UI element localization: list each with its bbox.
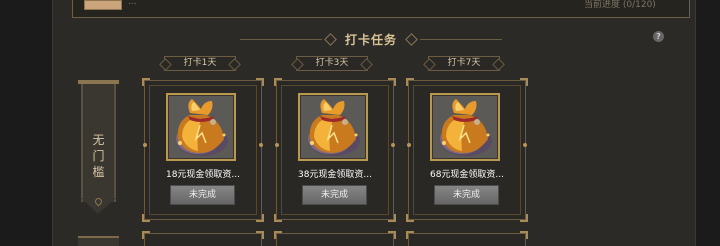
reward-title: 18元现金领取资... [165,170,241,180]
money-bag-icon [176,99,228,156]
day-tag: 打卡7天 [428,56,500,71]
progress-text: 当前进度 (0/120) [584,0,656,10]
card-corner [142,214,150,222]
card-ornament [523,143,527,147]
banner-rod [78,80,119,84]
status-button[interactable]: 未完成 [302,185,367,205]
banner-label: 无门槛 [83,132,114,180]
side-banner: 无门槛 [78,80,119,216]
reward-card: 18元现金领取资... 未完成 [142,78,264,222]
reward-title: 38元现金领取资... [297,170,373,180]
section-title: 打卡任务 [240,30,502,48]
card-ornament [259,143,263,147]
card-corner [406,214,414,222]
reward-card: 68元现金领取资... 未完成 [406,78,528,222]
card-corner [388,214,396,222]
card-corner [274,78,282,86]
money-bag-icon [308,99,360,156]
day-tag: 打卡1天 [164,56,236,71]
right-background [696,0,720,246]
card-ornament [275,143,279,147]
next-card-top [406,231,528,246]
previous-task-thumbnail [84,0,122,10]
banner-text: 无门槛 [83,132,114,180]
card-ornament [407,143,411,147]
card-corner [520,214,528,222]
card-corner [256,78,264,86]
card-corner [406,78,414,86]
next-card-top [142,231,264,246]
card-ornament [143,143,147,147]
reward-title: 68元现金领取资... [429,170,505,180]
card-corner [388,78,396,86]
next-card-top [274,231,396,246]
money-bag-icon [440,99,492,156]
card-ornament [391,143,395,147]
reward-icon-frame [166,93,236,161]
reward-card: 38元现金领取资... 未完成 [274,78,396,222]
left-background [0,0,52,246]
status-button[interactable]: 未完成 [434,185,499,205]
next-banner-top [78,236,119,246]
previous-task-label: ... [128,0,137,7]
card-corner [142,78,150,86]
help-icon[interactable]: ? [653,31,664,42]
card-corner [274,214,282,222]
banner-char: 无 [92,133,105,147]
status-button[interactable]: 未完成 [170,185,235,205]
card-corner [256,214,264,222]
day-tag: 打卡3天 [296,56,368,71]
title-divider-right [420,39,502,40]
banner-char: 槛 [92,165,105,179]
reward-icon-frame [298,93,368,161]
reward-icon-frame [430,93,500,161]
card-corner [520,78,528,86]
banner-body: 无门槛 [81,84,116,202]
banner-char: 门 [92,149,105,163]
